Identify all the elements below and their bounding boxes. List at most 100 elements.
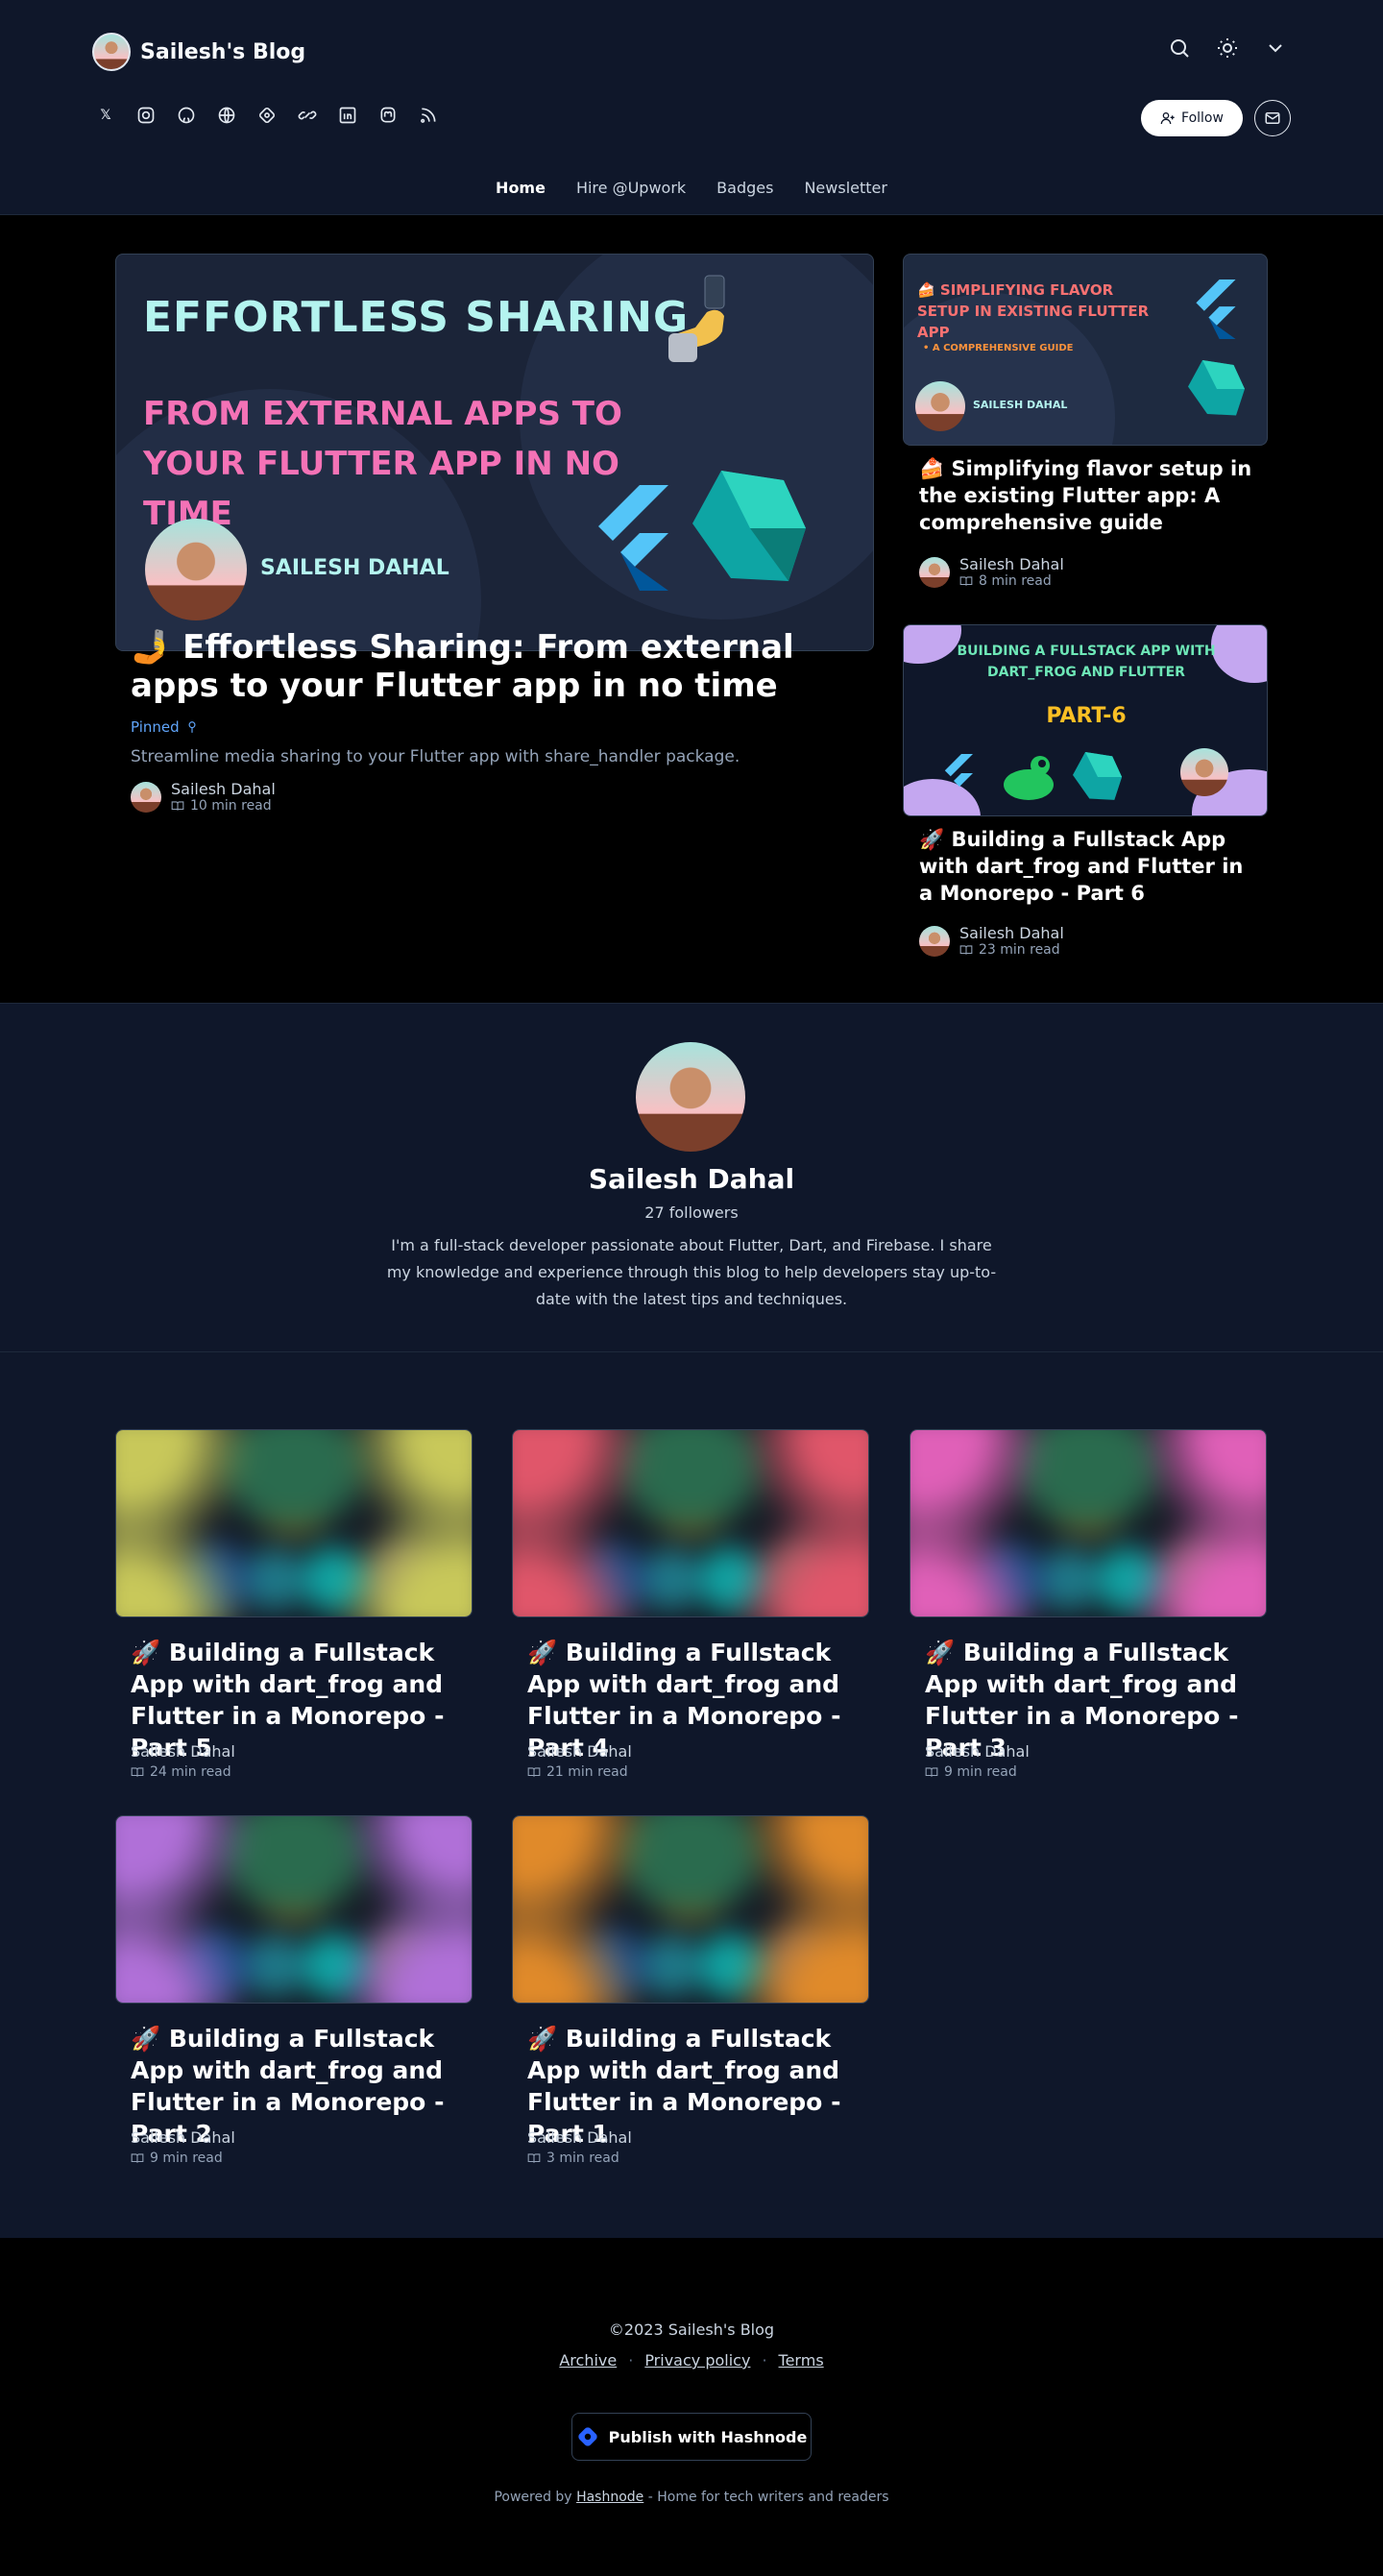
publish-with-hashnode-button[interactable]: Publish with Hashnode (571, 2413, 812, 2461)
post-author: Sailesh Dahal 9 min read (131, 2128, 235, 2166)
terms-link[interactable]: Terms (779, 2351, 824, 2369)
newsletter-button[interactable] (1254, 100, 1291, 136)
copyright: ©2023 Sailesh's Blog (608, 2321, 775, 2339)
instagram-icon[interactable] (136, 106, 156, 125)
nav-newsletter[interactable]: Newsletter (804, 179, 887, 197)
author-avatar[interactable] (919, 556, 950, 588)
post-author: Sailesh Dahal 9 min read (925, 1742, 1030, 1780)
mastodon-icon[interactable] (378, 106, 398, 125)
blog-footer: ©2023 Sailesh's Blog Archive · Privacy p… (0, 2238, 1383, 2576)
side-post-cover-1[interactable]: 🍰 SIMPLIFYING FLAVOR SETUP IN EXISTING F… (903, 254, 1268, 446)
profile-followers[interactable]: 27 followers (0, 1203, 1383, 1222)
follow-button[interactable]: Follow (1141, 100, 1243, 136)
github-icon[interactable] (177, 106, 196, 125)
read-time: 21 min read (527, 1764, 632, 1780)
blog-header: Sailesh's Blog 𝕏 Follow Home Hire @Upwor… (0, 0, 1383, 215)
author-avatar[interactable] (131, 781, 161, 813)
blog-name: Sailesh's Blog (140, 39, 306, 64)
author-name[interactable]: Sailesh Dahal (527, 1742, 632, 1761)
nav-home[interactable]: Home (496, 179, 546, 197)
featured-cover-image[interactable]: EFFORTLESS SHARING FROM EXTERNAL APPS TO… (115, 254, 874, 651)
separator-dot: · (762, 2351, 767, 2369)
blog-brand[interactable]: Sailesh's Blog (92, 33, 305, 71)
author-name[interactable]: Sailesh Dahal (527, 2128, 632, 2147)
book-icon (527, 1767, 541, 1777)
search-icon[interactable] (1168, 36, 1191, 63)
post-cover-image[interactable] (512, 1815, 869, 2004)
author-name[interactable]: Sailesh Dahal (131, 2128, 235, 2147)
rss-icon[interactable] (419, 106, 438, 125)
privacy-policy-link[interactable]: Privacy policy (644, 2351, 750, 2369)
flutter-logo-icon (598, 485, 668, 591)
separator-dot: · (628, 2351, 634, 2369)
featured-post-author: Sailesh Dahal 10 min read (131, 780, 276, 814)
cover-author-name: SAILESH DAHAL (260, 556, 449, 580)
profile-name[interactable]: Sailesh Dahal (0, 1163, 1383, 1195)
featured-section: EFFORTLESS SHARING FROM EXTERNAL APPS TO… (0, 215, 1383, 1003)
mail-icon (1265, 112, 1280, 124)
read-time: 10 min read (171, 798, 276, 814)
featured-post-description: Streamline media sharing to your Flutter… (131, 747, 740, 766)
post-cover-image[interactable] (910, 1429, 1267, 1617)
theme-toggle-sun-icon[interactable] (1216, 36, 1239, 63)
author-name[interactable]: Sailesh Dahal (959, 924, 1064, 942)
side-post-title-2[interactable]: 🚀 Building a Fullstack App with dart_fro… (919, 826, 1255, 907)
side-post-cover-2[interactable]: BUILDING A FULLSTACK APP WITH DART_FROG … (903, 624, 1268, 816)
read-time: 23 min read (959, 942, 1064, 958)
book-icon (925, 1767, 938, 1777)
frog-icon (1004, 756, 1054, 800)
side-cover-avatar-2 (1180, 748, 1228, 796)
blog-logo-avatar (92, 33, 131, 71)
side-post-title-1[interactable]: 🍰 Simplifying flavor setup in the existi… (919, 455, 1255, 536)
pinned-label: Pinned (131, 718, 180, 736)
dart-logo-icon (692, 471, 806, 581)
author-name[interactable]: Sailesh Dahal (171, 780, 276, 798)
author-name[interactable]: Sailesh Dahal (959, 555, 1064, 573)
linkedin-icon[interactable] (338, 106, 357, 125)
chevron-down-icon[interactable] (1264, 36, 1287, 63)
featured-post-title[interactable]: 🤳 Effortless Sharing: From external apps… (131, 628, 861, 705)
social-links: 𝕏 (96, 106, 438, 125)
hashnode-icon[interactable] (257, 106, 277, 125)
globe-icon[interactable] (217, 106, 236, 125)
author-name[interactable]: Sailesh Dahal (925, 1742, 1030, 1761)
dart-logo-icon (1188, 360, 1245, 416)
dart-logo-icon (1073, 752, 1123, 800)
cover-author-avatar (145, 519, 247, 620)
post-cover-image[interactable] (115, 1429, 473, 1617)
header-actions (1168, 36, 1287, 63)
archive-link[interactable]: Archive (559, 2351, 617, 2369)
cover-title: EFFORTLESS SHARING (143, 293, 690, 342)
flutter-logo-icon (944, 754, 973, 787)
flutter-logo-icon (1196, 279, 1236, 339)
side-cover-subtitle-2: PART-6 (1046, 704, 1127, 728)
side-post-author-2: Sailesh Dahal 23 min read (919, 924, 1064, 958)
profile-bio: I'm a full-stack developer passionate ab… (386, 1236, 997, 1308)
author-name[interactable]: Sailesh Dahal (131, 1742, 235, 1761)
read-time: 24 min read (131, 1764, 235, 1780)
read-time: 9 min read (925, 1764, 1030, 1780)
read-time: 8 min read (959, 573, 1064, 589)
x-icon[interactable]: 𝕏 (96, 106, 115, 125)
profile-avatar[interactable] (636, 1042, 745, 1152)
post-cover-image[interactable] (115, 1815, 473, 2004)
post-cover-image[interactable] (512, 1429, 869, 1617)
post-author: Sailesh Dahal 21 min read (527, 1742, 632, 1780)
follow-label: Follow (1181, 110, 1224, 126)
author-avatar[interactable] (919, 925, 950, 957)
side-post-author-1: Sailesh Dahal 8 min read (919, 555, 1064, 589)
add-user-icon (1160, 112, 1175, 125)
post-author: Sailesh Dahal 24 min read (131, 1742, 235, 1780)
pin-icon (188, 721, 196, 733)
side-cover-title-1: 🍰 SIMPLIFYING FLAVOR SETUP IN EXISTING F… (917, 281, 1150, 341)
post-author: Sailesh Dahal 3 min read (527, 2128, 632, 2166)
publish-label: Publish with Hashnode (608, 2427, 808, 2446)
nav-badges[interactable]: Badges (716, 179, 773, 197)
book-icon (131, 2153, 144, 2163)
read-time: 9 min read (131, 2151, 235, 2166)
link-icon[interactable] (298, 106, 317, 125)
nav-hire-upwork[interactable]: Hire @Upwork (576, 179, 686, 197)
book-icon (959, 576, 973, 586)
hashnode-link[interactable]: Hashnode (576, 2490, 643, 2505)
main-nav: Home Hire @Upwork Badges Newsletter (0, 179, 1383, 197)
